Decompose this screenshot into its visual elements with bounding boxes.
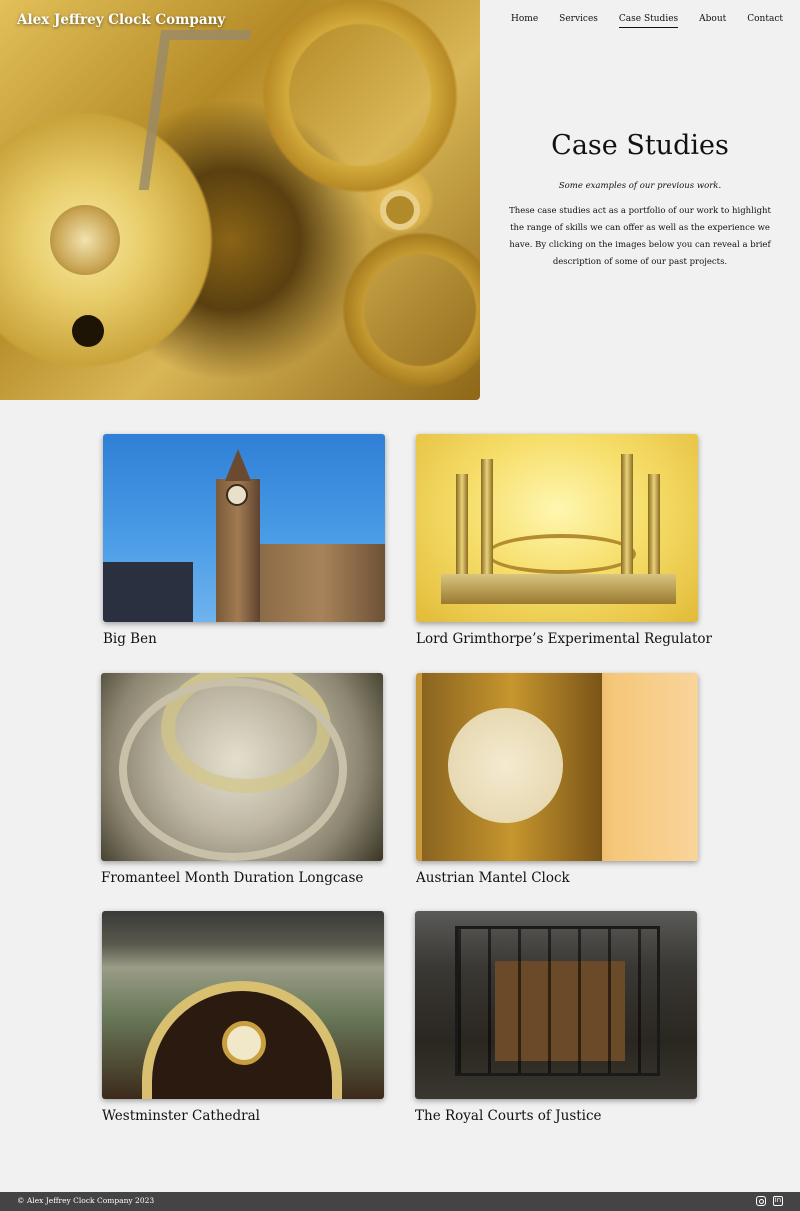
instagram-icon[interactable]	[756, 1196, 766, 1206]
case-study-card-big-ben[interactable]: Big Ben	[103, 434, 385, 647]
footer: © Alex Jeffrey Clock Company 2023 in	[0, 1192, 800, 1211]
case-study-card-grimthorpe[interactable]: Lord Grimthorpe’s Experimental Regulator	[416, 434, 712, 647]
case-study-title: Westminster Cathedral	[102, 1108, 260, 1124]
copyright-text: © Alex Jeffrey Clock Company 2023	[17, 1196, 155, 1205]
case-study-image-austrian-mantel[interactable]	[416, 673, 698, 861]
case-study-card-fromanteel[interactable]: Fromanteel Month Duration Longcase	[101, 673, 383, 886]
case-study-image-big-ben[interactable]	[103, 434, 385, 622]
case-study-image-westminster[interactable]	[102, 911, 384, 1099]
case-study-title: Lord Grimthorpe’s Experimental Regulator	[416, 631, 712, 647]
case-study-image-fromanteel[interactable]	[101, 673, 383, 861]
hero-subtitle: Some examples of our previous work.	[558, 181, 722, 191]
hero-description: These case studies act as a portfolio of…	[509, 206, 771, 267]
case-study-image-royal-courts[interactable]	[415, 911, 697, 1099]
page: Alex Jeffrey Clock Company Home Services…	[0, 0, 800, 1211]
case-study-title: Fromanteel Month Duration Longcase	[101, 870, 364, 886]
case-study-card-westminster[interactable]: Westminster Cathedral	[102, 911, 384, 1124]
nav-contact[interactable]: Contact	[747, 14, 783, 28]
social-links: in	[756, 1196, 783, 1206]
main-nav: Home Services Case Studies About Contact	[490, 14, 783, 28]
linkedin-icon[interactable]: in	[773, 1196, 783, 1206]
hero-text: Case Studies Some examples of our previo…	[505, 130, 775, 271]
nav-case-studies[interactable]: Case Studies	[618, 14, 679, 28]
case-study-image-grimthorpe[interactable]	[416, 434, 698, 622]
case-study-title: Austrian Mantel Clock	[416, 870, 570, 886]
page-title: Case Studies	[551, 130, 729, 161]
case-study-card-royal-courts[interactable]: The Royal Courts of Justice	[415, 911, 697, 1124]
nav-about[interactable]: About	[699, 14, 726, 28]
hero-image-clock-gears	[0, 0, 480, 400]
case-study-card-austrian-mantel[interactable]: Austrian Mantel Clock	[416, 673, 698, 886]
case-study-title: The Royal Courts of Justice	[415, 1108, 602, 1124]
nav-services[interactable]: Services	[559, 14, 598, 28]
case-study-title: Big Ben	[103, 631, 157, 647]
nav-home[interactable]: Home	[511, 14, 538, 28]
site-logo[interactable]: Alex Jeffrey Clock Company	[17, 12, 225, 28]
